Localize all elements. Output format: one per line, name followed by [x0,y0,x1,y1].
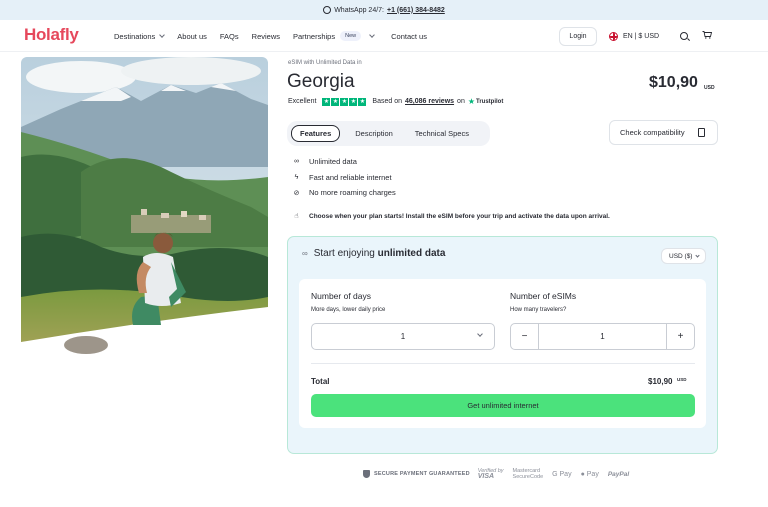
document-check-icon [697,128,705,137]
whatsapp-banner: WhatsApp 24/7: +1 (661) 384-8482 [0,0,768,20]
site-header: Holafly Destinations About us FAQs Revie… [0,20,768,52]
secure-payment-label: SECURE PAYMENT GUARANTEED [374,471,470,477]
nav-destinations[interactable]: Destinations [114,31,166,41]
hand-tap-icon: ☝ [294,213,299,220]
payment-methods: SECURE PAYMENT GUARANTEED Verified by VIS… [363,468,638,480]
plan-selector-card: ∞ Start enjoying unlimited data USD ($) … [287,236,718,454]
infinity-icon: ∞ [294,158,299,166]
activation-note: ☝ Choose when your plan starts! Install … [292,212,610,221]
star-icon: ★ [340,97,349,106]
main-nav: Destinations About us FAQs Reviews Partn… [114,31,440,41]
hero-image [21,57,268,355]
apple-pay-logo: ● Pay [580,470,599,478]
mastercard-securecode-logo: Mastercard SecureCode [512,468,544,480]
product-tabs: Features Description Technical Specs [287,121,490,146]
total-currency: USD [677,377,687,382]
esims-quantity-stepper[interactable]: − 1 + [510,323,695,350]
nav-partnerships[interactable]: Partnerships New [293,31,375,41]
cart-icon[interactable] [702,31,712,39]
list-item: ϟ Fast and reliable internet [292,170,396,186]
uk-flag-icon [609,32,618,41]
rating-based-on: Based on [372,98,402,105]
nav-reviews[interactable]: Reviews [252,31,280,41]
no-roaming-icon: ⊘ [293,189,300,197]
esims-label: Number of eSIMs [510,291,577,301]
check-compatibility-button[interactable]: Check compatibility [609,120,718,145]
star-icon: ★ [322,97,331,106]
plan-heading: ∞ Start enjoying unlimited data [302,248,446,259]
days-select[interactable]: 1 [311,323,495,350]
divider [311,363,695,364]
reviews-link[interactable]: 46,086 reviews [405,98,454,105]
days-sublabel: More days, lower daily price [311,307,386,313]
login-button[interactable]: Login [559,27,597,46]
nav-contact-us[interactable]: Contact us [391,31,427,41]
product-kicker: eSIM with Unlimited Data in [288,60,362,66]
feature-list: ∞ Unlimited data ϟ Fast and reliable int… [292,154,396,201]
list-item: ⊘ No more roaming charges [293,188,396,198]
trustpilot-rating[interactable]: Excellent ★ ★ ★ ★ ★ Based on 46,086 revi… [288,97,503,106]
nav-faqs[interactable]: FAQs [220,31,239,41]
get-unlimited-internet-button[interactable]: Get unlimited internet [311,394,695,417]
google-pay-logo: G Pay [552,470,572,478]
whatsapp-label: WhatsApp 24/7: [334,6,384,14]
increment-button[interactable]: + [666,324,694,349]
holafly-logo[interactable]: Holafly [24,25,79,45]
chevron-down-icon [695,252,701,258]
chevron-down-icon [159,32,166,38]
esims-quantity-value: 1 [600,332,605,341]
paypal-logo: PayPal [607,470,630,478]
total-value: $10,90 [648,377,673,386]
rating-stars: ★ ★ ★ ★ ★ [322,97,367,106]
product-price-currency: USD [704,85,715,91]
plan-options-panel: Number of days More days, lower daily pr… [299,279,706,428]
star-icon: ★ [349,97,358,106]
infinity-icon: ∞ [302,249,308,258]
trustpilot-logo: ★ Trustpilot [467,97,504,106]
search-icon[interactable] [680,32,688,40]
total-label: Total [311,377,330,386]
tab-technical-specs[interactable]: Technical Specs [407,125,477,142]
chevron-down-icon [369,32,375,38]
georgia-landscape-illustration [21,57,268,355]
nav-about-us[interactable]: About us [177,31,207,41]
verified-by-visa-logo: Verified by VISA [477,468,504,480]
shield-icon [363,470,370,478]
star-icon: ★ [358,97,367,106]
new-badge: New [340,31,362,41]
tab-features[interactable]: Features [291,125,341,142]
whatsapp-icon [323,6,332,14]
decrement-button[interactable]: − [511,324,539,349]
language-currency-selector[interactable]: EN | $ USD [609,32,659,41]
list-item: ∞ Unlimited data [294,157,357,167]
star-icon: ★ [331,97,340,106]
whatsapp-phone-link[interactable]: +1 (661) 384-8482 [387,7,445,14]
trustpilot-star-icon: ★ [467,97,476,106]
currency-select[interactable]: USD ($) [661,248,706,264]
rating-label: Excellent [288,98,317,105]
esims-sublabel: How many travelers? [510,307,567,313]
page-title: Georgia [287,71,355,92]
product-price: $10,90 [649,74,698,91]
chevron-down-icon [477,331,483,337]
bolt-icon: ϟ [294,173,299,181]
tab-description[interactable]: Description [347,125,401,142]
days-label: Number of days [311,291,371,301]
rating-on: on [457,98,465,105]
